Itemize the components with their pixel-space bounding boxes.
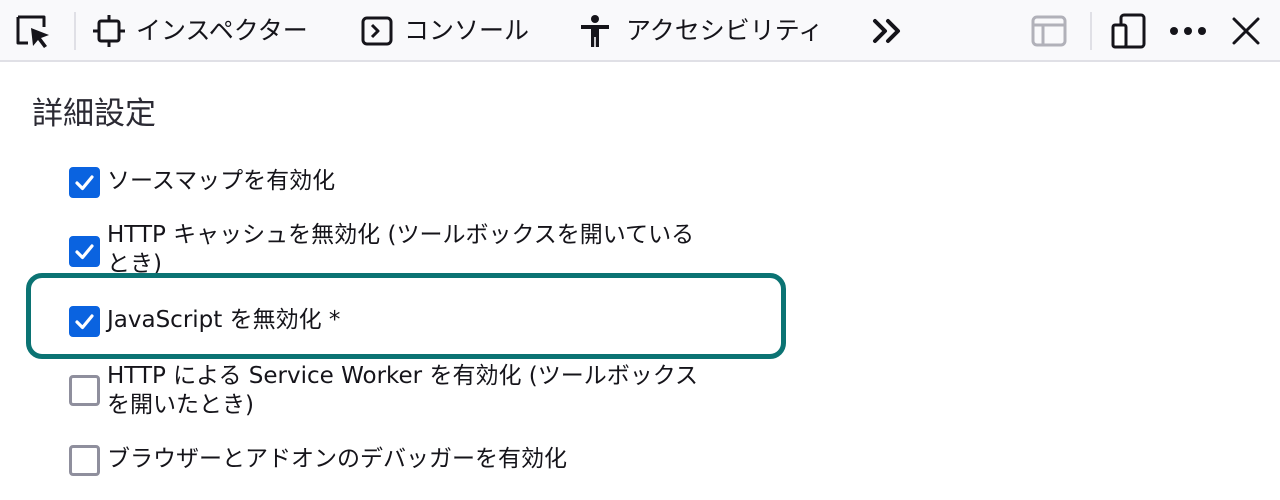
checkmark-icon [75,175,94,191]
option-label: HTTP による Service Worker を有効化 (ツールボックスを開い… [107,363,699,418]
checkbox-enable-service-workers-over-http[interactable] [69,375,100,406]
accessibility-icon [578,14,612,48]
more-options-icon [1168,11,1208,51]
checkbox-enable-source-maps[interactable] [69,167,100,198]
inspector-icon [92,14,126,48]
toolbar-separator [74,12,76,50]
more-options-button[interactable] [1168,0,1208,62]
toolbar-separator [1090,12,1092,50]
responsive-design-icon [1110,12,1148,50]
more-tabs-button[interactable] [870,0,906,62]
checkmark-icon [75,314,94,330]
tab-inspector[interactable]: インスペクター [92,0,308,62]
option-label: ソースマップを有効化 [107,168,336,194]
element-picker-button[interactable] [14,0,58,62]
element-picker-icon [14,11,54,51]
close-button[interactable] [1228,0,1264,62]
close-icon [1228,13,1264,49]
option-label: ブラウザーとアドオンのデバッガーを有効化 [107,446,567,472]
console-icon [360,14,394,48]
responsive-design-button[interactable] [1110,0,1148,62]
dock-layout-button[interactable] [1030,0,1068,62]
checkmark-icon [75,244,94,260]
tab-console[interactable]: コンソール [360,0,529,62]
tab-accessibility-label: アクセシビリティ [626,16,824,45]
checkbox-disable-javascript[interactable] [69,306,100,337]
tab-console-label: コンソール [404,16,530,45]
tab-inspector-label: インスペクター [136,16,308,45]
dock-layout-icon [1030,12,1068,50]
tab-accessibility[interactable]: アクセシビリティ [578,0,823,62]
chevron-double-right-icon [870,13,906,49]
checkbox-disable-http-cache[interactable] [69,236,100,267]
option-label: HTTP キャッシュを無効化 (ツールボックスを開いているとき) [107,222,695,277]
section-title: 詳細設定 [32,96,156,132]
option-label: JavaScript を無効化 * [107,307,341,333]
devtools-toolbar: インスペクター コンソール アクセシビリティ [0,0,1280,62]
checkbox-enable-browser-debugger[interactable] [69,445,100,476]
